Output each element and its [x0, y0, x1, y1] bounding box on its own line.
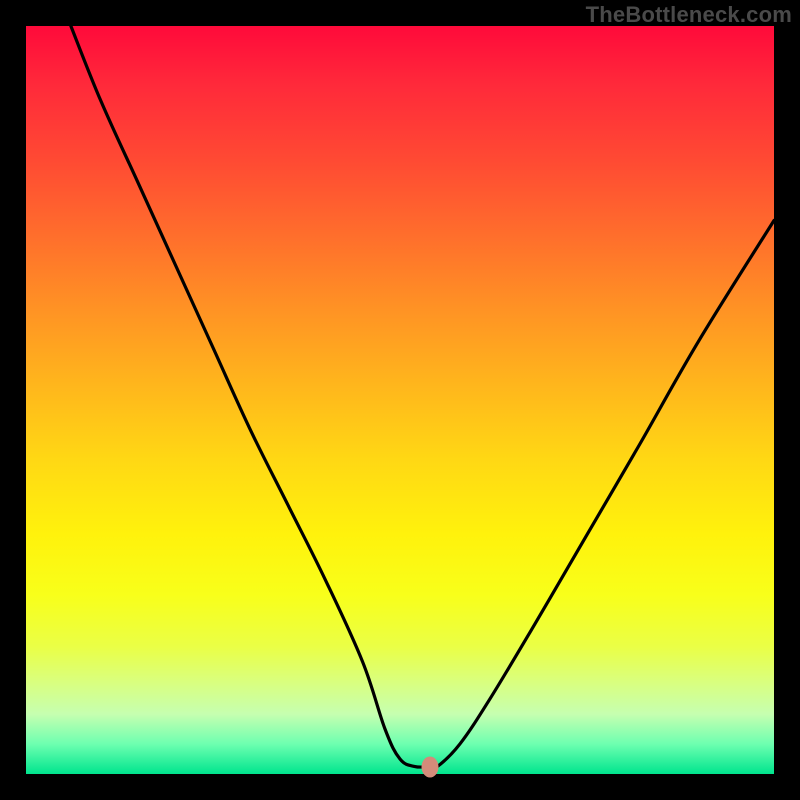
attribution-text: TheBottleneck.com: [586, 2, 792, 28]
optimal-point-marker: [421, 756, 438, 777]
chart-gradient-background: [26, 26, 774, 774]
chart-frame: TheBottleneck.com: [0, 0, 800, 800]
